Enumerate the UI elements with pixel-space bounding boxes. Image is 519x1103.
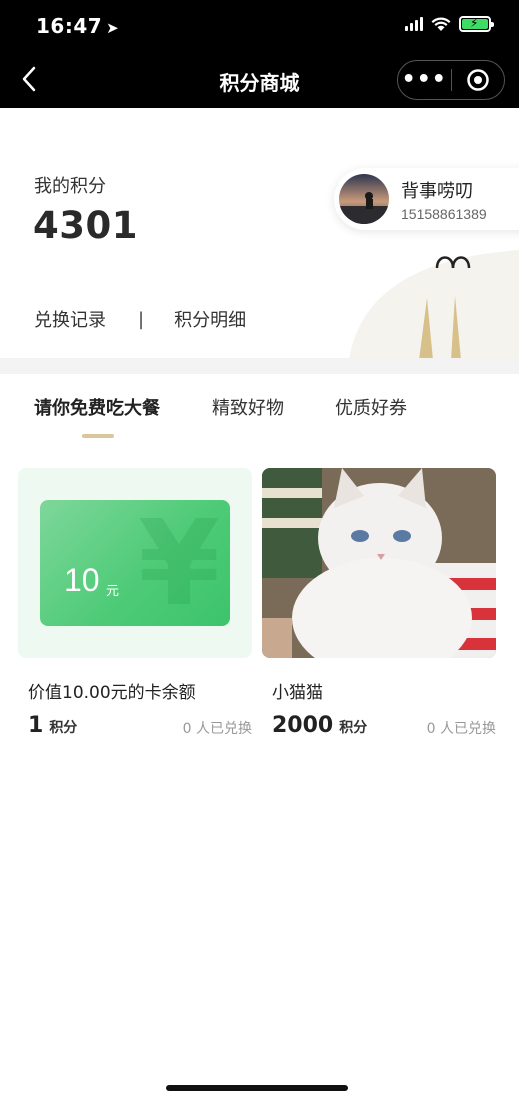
user-name: 背事唠叨 — [401, 180, 473, 202]
tab-coupons[interactable]: 优质好券 — [335, 394, 407, 420]
product-title: 小猫猫 — [272, 683, 323, 703]
user-info: 背事唠叨 15158861389 — [401, 177, 487, 222]
user-phone: 15158861389 — [401, 205, 487, 222]
status-icons: ⚡ — [405, 16, 494, 32]
product-points-unit: 积分 — [339, 720, 368, 736]
user-card[interactable]: 背事唠叨 15158861389 — [334, 168, 519, 230]
voucher-image: ¥ 10 元 — [18, 468, 252, 658]
tab-free-meal[interactable]: 请你免费吃大餐 — [34, 394, 160, 420]
status-time: 16:47 ➤ — [36, 14, 119, 38]
signal-icon — [405, 17, 423, 31]
target-icon[interactable] — [451, 68, 504, 92]
product-points-value: 2000 — [272, 713, 334, 738]
product-exchanged-count: 0 人已兑换 — [426, 721, 496, 737]
exchange-record-link[interactable]: 兑换记录 — [34, 306, 106, 332]
points-links: 兑换记录 | 积分明细 — [34, 306, 246, 332]
battery-icon: ⚡ — [459, 16, 494, 32]
category-tabs: 请你免费吃大餐 精致好物 优质好券 — [0, 374, 519, 438]
links-divider: | — [138, 308, 145, 330]
yen-icon: ¥ — [138, 500, 221, 626]
product-points-unit: 积分 — [49, 720, 78, 736]
mini-program-capsule: ••• — [397, 60, 505, 100]
location-arrow-icon: ➤ — [106, 19, 120, 37]
product-card-voucher[interactable]: ¥ 10 元 价值10.00元的卡余额 1 积分 0 人已兑换 — [18, 468, 252, 738]
shopping-bag-illustration — [349, 250, 519, 360]
product-points: 2000 积分 — [272, 713, 367, 738]
voucher-card: ¥ 10 元 — [40, 500, 230, 626]
status-time-text: 16:47 — [36, 14, 103, 38]
home-indicator[interactable] — [166, 1085, 348, 1091]
section-divider — [0, 358, 519, 374]
voucher-unit: 元 — [106, 584, 120, 599]
tab-active-indicator — [82, 434, 114, 438]
product-title: 价值10.00元的卡余额 — [28, 683, 196, 703]
product-points-value: 1 — [28, 713, 44, 738]
product-points: 1 积分 — [28, 713, 77, 738]
more-dots-icon[interactable]: ••• — [398, 69, 451, 91]
points-section: 我的积分 4301 兑换记录 | 积分明细 背事唠叨 15158861389 — [0, 108, 519, 360]
product-card-cat[interactable]: 小猫猫 2000 积分 0 人已兑换 — [262, 468, 496, 738]
user-avatar — [339, 174, 389, 224]
wifi-icon — [431, 16, 451, 31]
cat-photo — [262, 468, 496, 658]
tab-fine-goods[interactable]: 精致好物 — [212, 394, 284, 420]
points-value: 4301 — [33, 204, 138, 247]
points-label: 我的积分 — [34, 176, 106, 197]
top-bar: 16:47 ➤ ⚡ 积分商城 ••• — [0, 0, 519, 108]
voucher-amount: 10 — [64, 562, 100, 598]
product-exchanged-count: 0 人已兑换 — [182, 721, 252, 737]
points-detail-link[interactable]: 积分明细 — [174, 306, 246, 332]
